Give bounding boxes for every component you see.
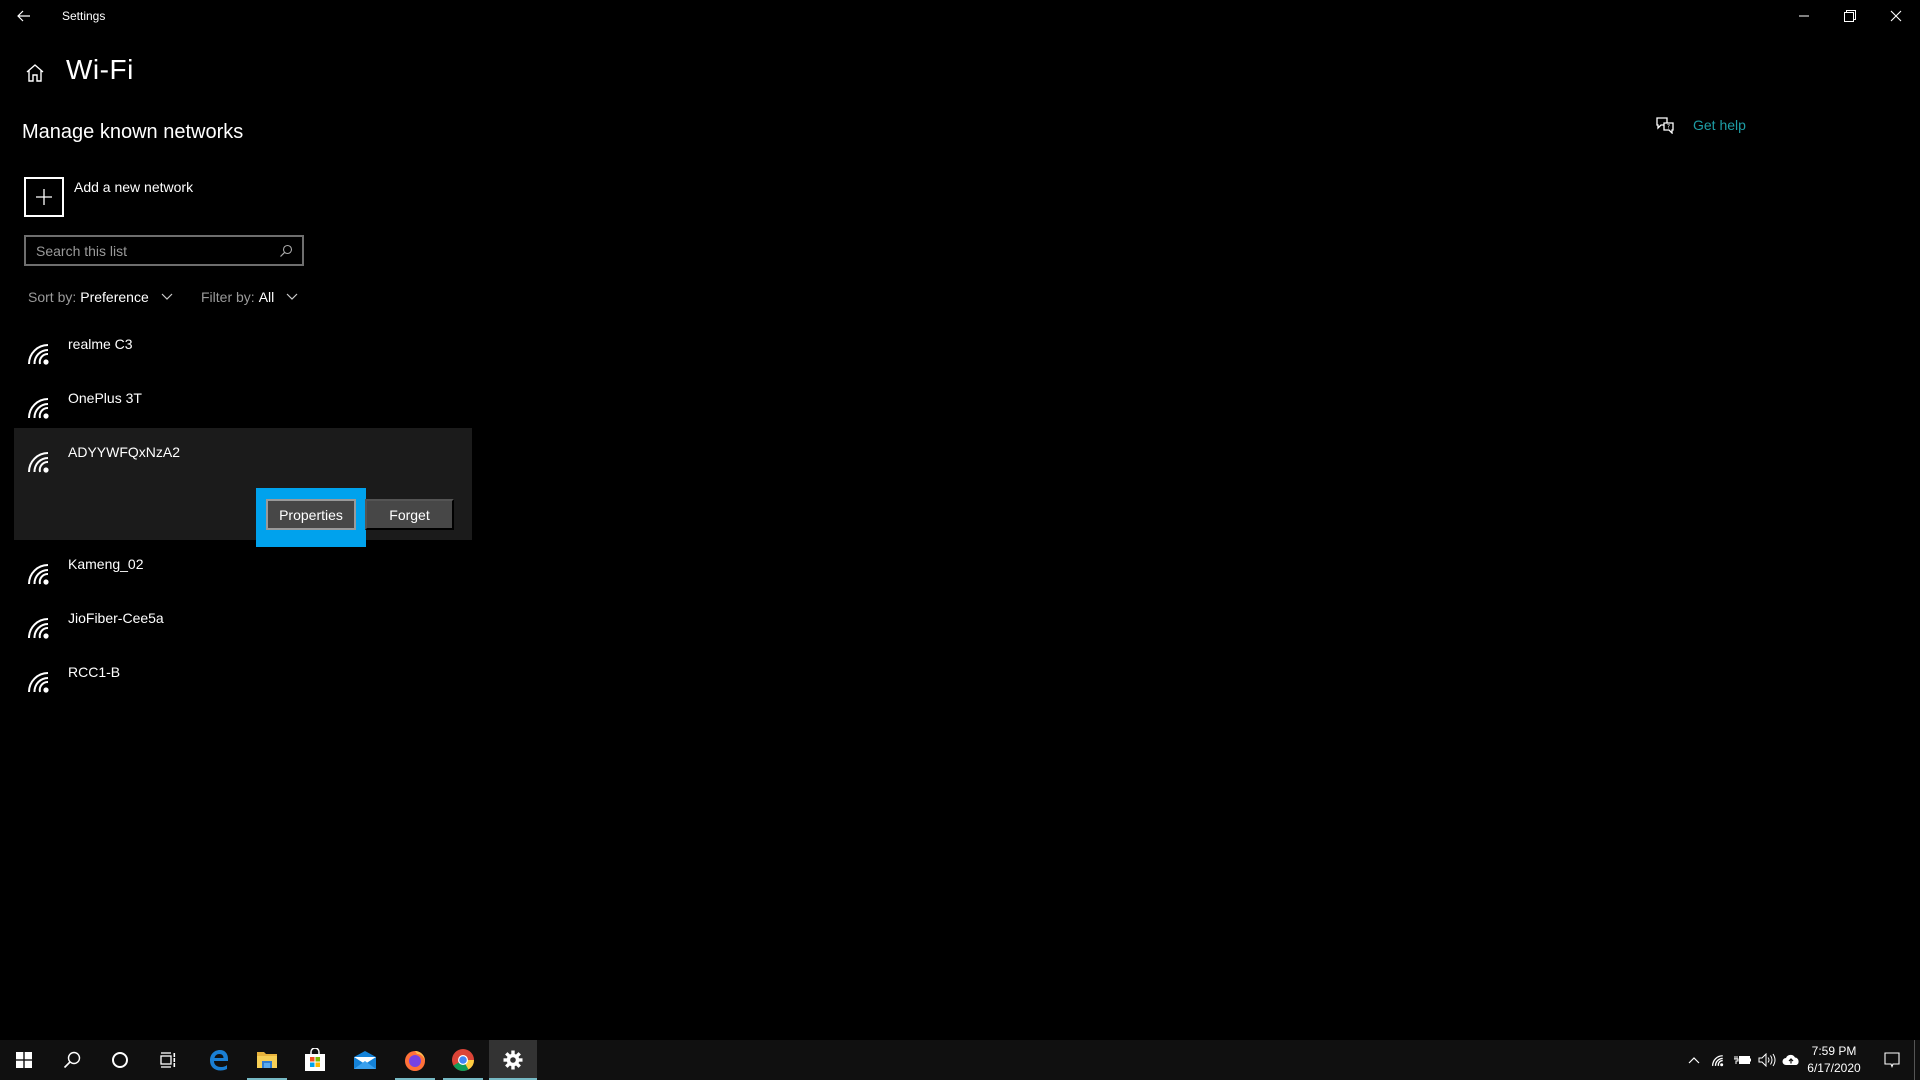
wifi-icon [28,344,49,365]
action-center-button[interactable] [1874,1040,1910,1080]
firefox-icon [405,1051,425,1071]
filter-label: Filter by: [201,289,255,305]
app-title: Settings [62,9,106,23]
sort-label: Sort by: [28,289,77,305]
minimize-icon [1799,15,1809,17]
filter-dropdown[interactable]: Filter by: All [201,289,298,305]
wifi-icon [28,452,49,473]
get-help-link[interactable]: ? Get help [1655,116,1746,134]
search-icon [63,1051,81,1069]
wifi-icon [28,564,49,585]
task-view-icon [160,1052,176,1068]
taskbar-edge[interactable] [195,1040,243,1080]
notification-icon [1884,1052,1900,1068]
task-view-button[interactable] [144,1040,192,1080]
taskbar: 7:59 PM 6/17/2020 [0,1040,1920,1080]
onedrive-icon [1782,1054,1799,1065]
clock-time: 7:59 PM [1811,1044,1857,1058]
wifi-icon [28,618,49,639]
network-name: OnePlus 3T [68,390,142,406]
chevron-down-icon [286,293,298,300]
sort-dropdown[interactable]: Sort by: Preference [28,289,173,305]
taskbar-search-button[interactable] [48,1040,96,1080]
battery-charging-icon [1734,1056,1751,1064]
gear-icon [503,1050,523,1070]
page-title: Wi-Fi [66,54,134,85]
network-item[interactable]: JioFiber-Cee5a [14,594,472,648]
home-button[interactable] [24,62,46,84]
network-item[interactable]: OnePlus 3T [14,374,472,428]
filter-value: All [258,289,275,305]
network-item[interactable]: realme C3 [14,320,472,374]
taskbar-firefox[interactable] [391,1040,439,1080]
cortana-button[interactable] [96,1040,144,1080]
start-button[interactable] [0,1040,48,1080]
network-item-selected[interactable]: ADYYWFQxNzA2 Properties Forget [14,428,472,547]
network-item[interactable]: Kameng_02 [14,540,472,594]
add-network-button[interactable] [24,177,64,217]
clock-date: 6/17/2020 [1807,1061,1861,1075]
show-hidden-icons-button[interactable] [1683,1040,1705,1080]
help-chat-icon: ? [1656,117,1674,134]
tray-network-button[interactable] [1708,1040,1730,1080]
taskbar-chrome[interactable] [439,1040,487,1080]
chrome-icon [452,1049,474,1071]
title-bar: Settings [0,0,1920,32]
home-icon [26,64,44,82]
minimize-button[interactable] [1781,0,1827,32]
plus-icon [36,189,52,205]
volume-icon [1758,1053,1776,1067]
search-icon[interactable] [274,239,298,263]
svg-text:?: ? [1667,124,1670,131]
properties-button[interactable]: Properties [266,499,356,530]
wifi-icon [28,398,49,419]
mail-icon [354,1051,376,1069]
tray-battery-button[interactable] [1732,1040,1754,1080]
taskbar-file-explorer[interactable] [243,1040,291,1080]
back-button[interactable] [8,0,40,32]
cortana-circle-icon [112,1052,128,1068]
store-bag-icon [305,1048,325,1071]
restore-button[interactable] [1827,0,1873,32]
chevron-down-icon [161,293,173,300]
folder-icon [257,1052,277,1068]
tray-onedrive-button[interactable] [1780,1040,1802,1080]
section-title: Manage known networks [22,121,244,143]
clock[interactable]: 7:59 PM 6/17/2020 [1800,1043,1868,1077]
network-name: ADYYWFQxNzA2 [68,444,181,460]
close-button[interactable] [1873,0,1919,32]
taskbar-settings[interactable] [489,1040,537,1080]
network-actions: Properties Forget [256,488,454,547]
show-desktop-button[interactable] [1914,1040,1915,1080]
network-name: Kameng_02 [68,556,144,572]
network-name: JioFiber-Cee5a [68,610,164,626]
search-input[interactable] [26,237,274,264]
edge-icon [210,1050,228,1071]
network-name: realme C3 [68,336,133,352]
add-network-label[interactable]: Add a new network [74,179,193,195]
network-item[interactable]: RCC1-B [14,648,472,702]
restore-icon [1844,10,1856,22]
tray-volume-button[interactable] [1756,1040,1778,1080]
back-arrow-icon [17,10,30,22]
windows-logo-icon [16,1052,32,1068]
get-help-label: Get help [1693,117,1746,133]
wifi-icon [1711,1055,1724,1067]
sort-value: Preference [80,289,149,305]
search-box[interactable] [24,235,304,266]
known-networks-list: realme C3 OnePlus 3T ADYYWFQxNzA2 Proper… [14,320,472,702]
forget-button[interactable]: Forget [365,499,454,530]
taskbar-store[interactable] [291,1040,339,1080]
network-name: RCC1-B [68,664,121,680]
chevron-up-icon [1688,1057,1700,1064]
close-icon [1890,10,1902,22]
wifi-icon [28,672,49,693]
taskbar-mail[interactable] [341,1040,389,1080]
